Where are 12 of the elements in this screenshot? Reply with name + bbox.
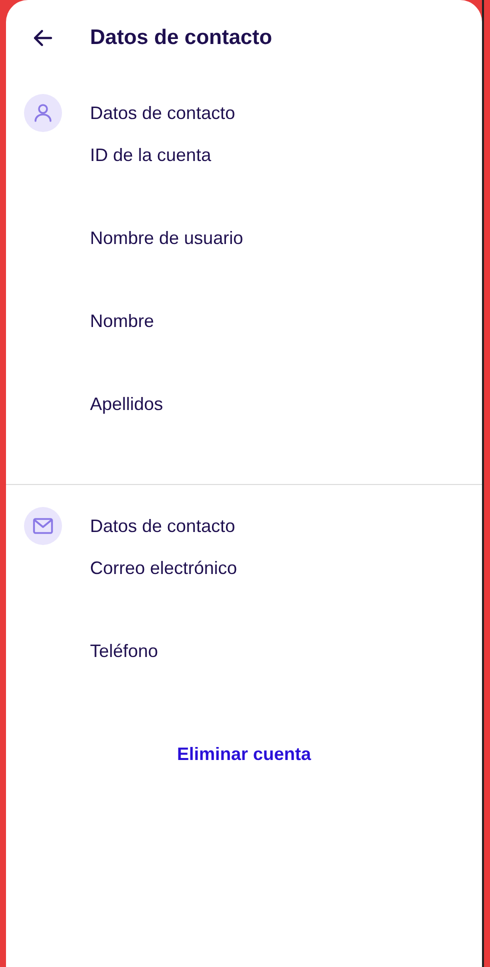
section-title: Datos de contacto	[90, 102, 236, 124]
section-title: Datos de contacto	[90, 514, 236, 538]
field-label: Teléfono	[90, 640, 160, 663]
field-label: Nombre	[90, 310, 156, 333]
person-icon	[24, 94, 62, 132]
field-label: Correo electrónico	[90, 557, 238, 580]
field-label: Apellidos	[90, 393, 164, 416]
field-label: ID de la cuenta	[90, 144, 212, 167]
page-title: Datos de contacto	[90, 25, 272, 52]
envelope-icon	[24, 507, 62, 545]
field-label: Nombre de usuario	[90, 227, 244, 250]
delete-account-button[interactable]: Eliminar cuenta	[168, 737, 320, 772]
